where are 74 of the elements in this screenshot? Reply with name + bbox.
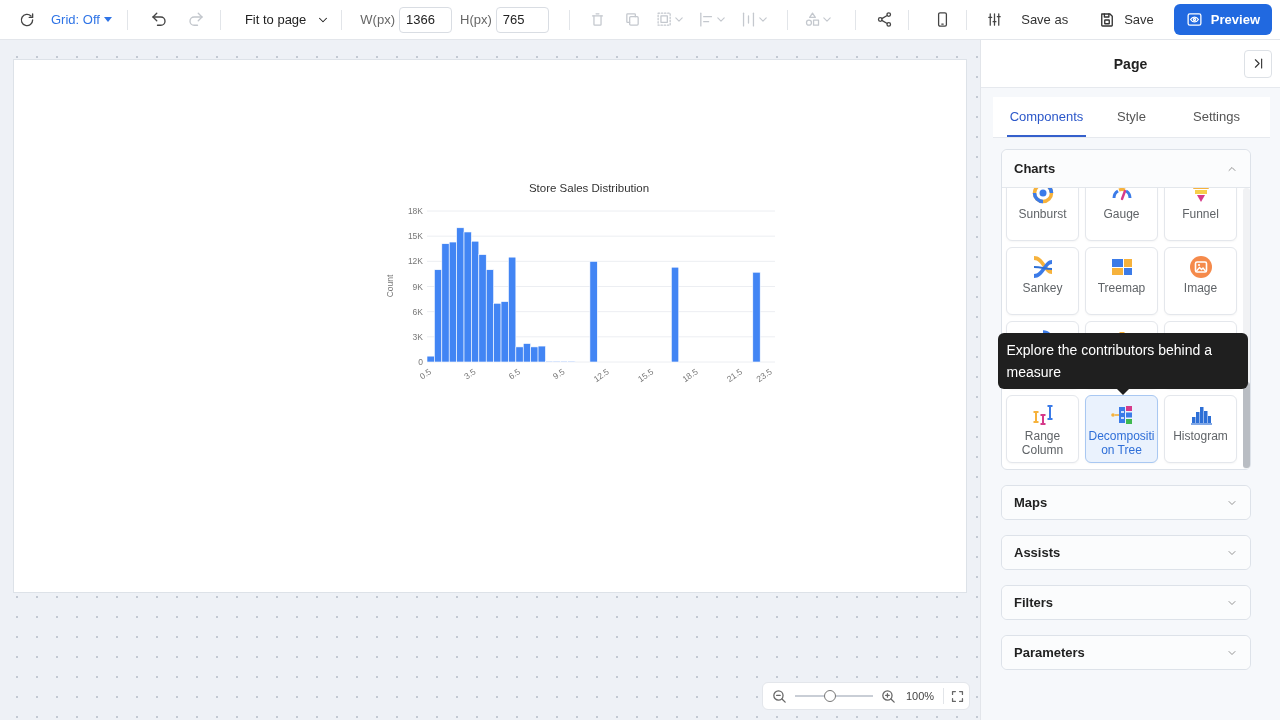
section-header[interactable]: Charts <box>1002 150 1250 188</box>
field-label: W(px) <box>360 12 395 27</box>
tooltip: Explore the contributors behind a measure <box>997 333 1248 389</box>
picture-icon <box>1188 255 1213 279</box>
save-as-button[interactable]: Save as <box>1013 4 1077 35</box>
x-tick-label: 18.5 <box>680 366 700 385</box>
component-tile[interactable]: Sunburst <box>1006 188 1079 241</box>
x-tick-label: 3.5 <box>462 366 478 382</box>
undo-icon <box>149 10 168 29</box>
zoom-out-icon <box>770 687 788 705</box>
dashed-square-icon <box>655 11 673 28</box>
panel-title: Page <box>1113 55 1148 72</box>
y-tick-label: 9K <box>412 281 423 292</box>
tab[interactable]: Style <box>1114 97 1149 137</box>
y-tick-label: 0 <box>418 357 423 367</box>
histogram-bar <box>522 343 531 363</box>
caret-icon <box>674 17 683 22</box>
chart-title: Store Sales Distribution <box>528 182 650 194</box>
section-header[interactable]: Filters <box>1002 586 1250 619</box>
shapes-icon <box>803 11 821 28</box>
y-axis-label: Count <box>385 274 395 298</box>
section-header[interactable]: Parameters <box>1002 636 1250 669</box>
histogram-bar <box>530 346 539 363</box>
caret-icon <box>758 17 767 22</box>
x-tick-label: 6.5 <box>506 366 522 382</box>
tab[interactable]: Components <box>1006 97 1087 137</box>
x-tick-label: 0.5 <box>417 366 434 382</box>
x-tick-label: 23.5 <box>754 366 774 385</box>
x-tick-label: 21.5 <box>724 366 745 385</box>
tab[interactable]: Settings <box>1190 97 1243 137</box>
zoom-in-button[interactable] <box>879 687 897 705</box>
zoom-in-icon <box>879 687 897 705</box>
component-tile[interactable]: Gauge <box>1085 188 1158 241</box>
zoom-value: 100% <box>906 690 935 702</box>
component-tile[interactable]: Range Column <box>1006 395 1079 463</box>
caret-icon <box>716 17 725 22</box>
eye-icon <box>1185 11 1203 28</box>
preview-button[interactable]: Preview <box>1173 4 1272 35</box>
component-tile[interactable]: Funnel <box>1164 188 1237 241</box>
y-tick-label: 3K <box>412 331 423 342</box>
sunburst-chart-icon <box>1030 188 1055 205</box>
caret-icon <box>822 17 831 22</box>
zoom-out-button[interactable] <box>770 687 788 705</box>
redo-icon <box>186 10 205 29</box>
component-tile[interactable]: Treemap <box>1085 247 1158 315</box>
x-tick-label: 15.5 <box>636 366 656 385</box>
share-icon <box>875 11 893 28</box>
caret-icon <box>103 17 112 22</box>
tree-diagram-icon <box>1109 403 1134 427</box>
collapse-panel-button[interactable] <box>1244 49 1272 78</box>
x-tick-label: 12.5 <box>591 366 611 385</box>
component-tile[interactable]: Decomposition Tree <box>1085 395 1158 463</box>
height-field[interactable]: 765 <box>495 6 549 33</box>
component-tile[interactable]: Image <box>1164 247 1237 315</box>
slider-thumb[interactable] <box>824 690 837 702</box>
x-tick-label: 9.5 <box>551 366 567 382</box>
y-tick-label: 18K <box>407 206 423 216</box>
refresh-icon <box>18 10 36 29</box>
copy-icon <box>623 11 641 28</box>
field-label: H(px) <box>460 12 492 27</box>
zoom-select[interactable]: Fit to page <box>238 5 335 34</box>
grid-menu[interactable]: Grid: Off <box>51 12 112 27</box>
component-tile[interactable]: Sankey <box>1006 247 1079 315</box>
width-field[interactable]: 1366 <box>399 6 452 33</box>
y-tick-label: 6K <box>412 306 423 317</box>
section-header[interactable]: Assists <box>1002 536 1250 569</box>
section-header[interactable]: Maps <box>1002 486 1250 519</box>
tooltip-arrow <box>1116 389 1129 395</box>
sliders-icon <box>985 11 1003 28</box>
y-tick-label: 12K <box>407 256 423 267</box>
align-left-icon <box>697 11 715 28</box>
save-button[interactable]: Save <box>1090 4 1162 35</box>
component-tile[interactable]: Histogram <box>1164 395 1237 463</box>
y-tick-label: 15K <box>407 231 423 242</box>
